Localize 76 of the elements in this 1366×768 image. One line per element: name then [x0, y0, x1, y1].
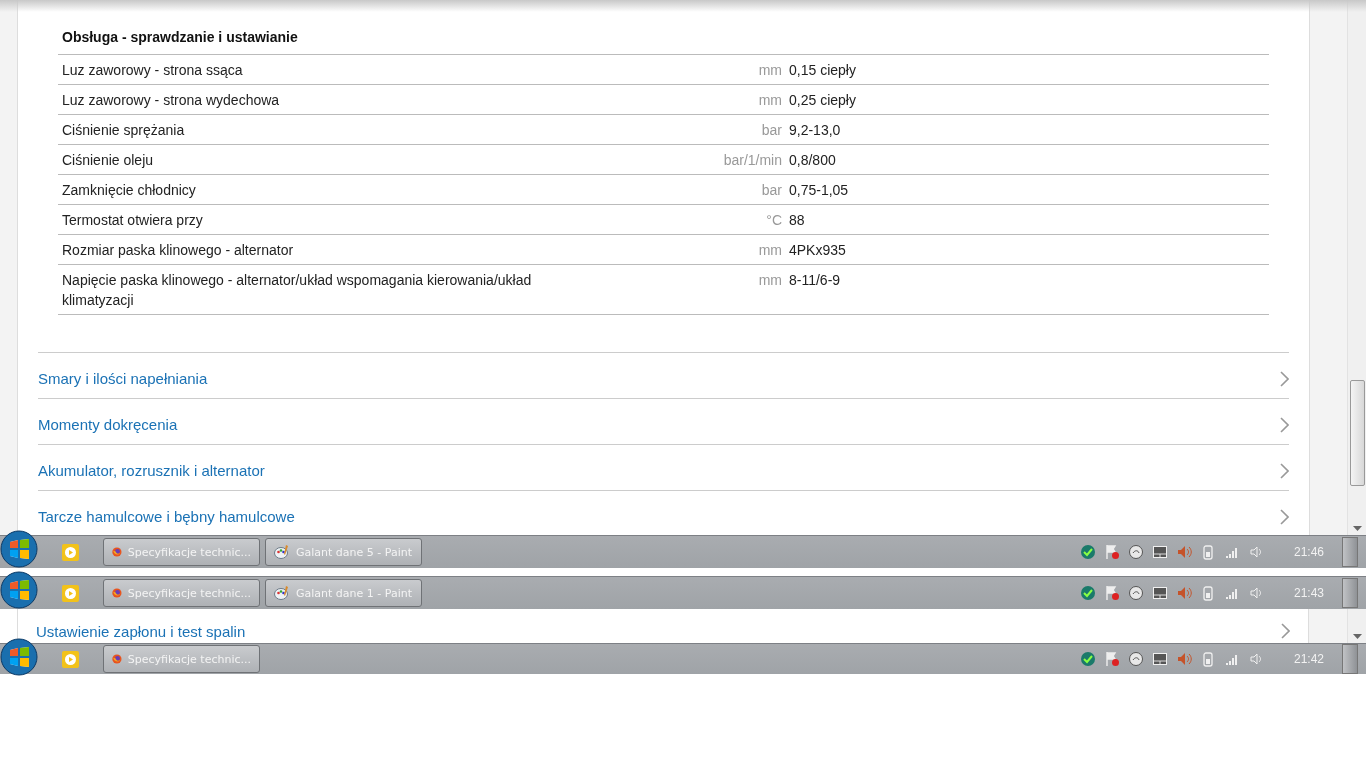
- chevron-right-icon: [1279, 370, 1289, 387]
- spec-label: Luz zaworowy - strona wydechowa: [62, 91, 281, 110]
- spec-unit: bar: [760, 121, 783, 140]
- speaker-icon[interactable]: [1247, 585, 1264, 601]
- scroll-down-icon[interactable]: [1352, 526, 1362, 532]
- spec-unit: mm: [757, 271, 783, 290]
- flag-error-icon[interactable]: [1103, 651, 1120, 667]
- palette-icon: [274, 544, 290, 560]
- speaker-icon[interactable]: [1175, 544, 1192, 560]
- section-link[interactable]: Akumulator, rozrusznik i alternator: [38, 462, 265, 479]
- globe-check-icon[interactable]: [1079, 651, 1096, 667]
- scrollbar-thumb[interactable]: [1349, 380, 1365, 486]
- clock-time[interactable]: 21:46: [1293, 545, 1324, 559]
- spec-value: 0,25 ciepły: [789, 91, 857, 110]
- taskbar-button[interactable]: Specyfikacje technic...: [103, 579, 260, 607]
- start-orb-icon[interactable]: [0, 638, 38, 676]
- touchpad-icon[interactable]: [1151, 651, 1168, 667]
- spec-unit: mm: [757, 241, 783, 260]
- section-title: Obsługa - sprawdzanie i ustawianie: [58, 27, 1269, 55]
- touchpad-icon[interactable]: [1151, 544, 1168, 560]
- spec-value: 9,2-13,0: [789, 121, 842, 140]
- show-desktop-button[interactable]: [1342, 578, 1358, 608]
- speaker-icon[interactable]: [1175, 585, 1192, 601]
- spec-value: 4PKx935: [789, 241, 847, 260]
- media-player-icon[interactable]: [62, 650, 79, 668]
- globe-check-icon[interactable]: [1079, 585, 1096, 601]
- globe-fox-icon: [112, 651, 122, 667]
- chevron-right-icon: [1280, 623, 1290, 639]
- spec-label: Ciśnienie oleju: [62, 151, 155, 170]
- show-desktop-button[interactable]: [1342, 537, 1358, 567]
- start-orb-icon[interactable]: [0, 530, 38, 568]
- scrollbar[interactable]: [1347, 0, 1366, 535]
- start-orb-icon[interactable]: [0, 571, 38, 609]
- spec-label: Termostat otwiera przy: [62, 211, 204, 230]
- spec-unit: °C: [765, 211, 783, 230]
- taskbar-button[interactable]: Specyfikacje technic...: [103, 538, 260, 566]
- spec-label: Ciśnienie sprężania: [62, 121, 186, 140]
- spec-label: Napięcie paska klinowego - alternator/układ wspomagania kierowania/układ klimatyzacji: [62, 271, 533, 310]
- page-margin: [1309, 609, 1347, 643]
- spec-value: 0,15 ciepły: [789, 61, 857, 80]
- palette-icon: [274, 585, 290, 601]
- show-desktop-button[interactable]: [1342, 644, 1358, 674]
- spec-unit: bar: [760, 181, 783, 200]
- spec-value: 0,8/800: [789, 151, 837, 170]
- scrollbar[interactable]: [1347, 609, 1366, 643]
- spec-label: Zamknięcie chłodnicy: [62, 181, 197, 200]
- taskbar-button[interactable]: Specyfikacje technic...: [103, 645, 260, 673]
- clock-time[interactable]: 21:43: [1293, 586, 1324, 600]
- globe-fox-icon: [112, 544, 122, 560]
- flag-error-icon[interactable]: [1103, 585, 1120, 601]
- section-link[interactable]: Tarcze hamulcowe i bębny hamulcowe: [38, 508, 295, 525]
- clock-time[interactable]: 21:42: [1293, 652, 1324, 666]
- spec-unit: mm: [757, 91, 783, 110]
- globe-fox-icon: [112, 585, 122, 601]
- scroll-down-icon[interactable]: [1352, 634, 1362, 640]
- spec-value: 8-11/6-9: [789, 271, 842, 290]
- section-link[interactable]: Momenty dokręcenia: [38, 416, 178, 433]
- chevron-right-icon: [1279, 416, 1289, 433]
- touchpad-icon[interactable]: [1151, 585, 1168, 601]
- chevron-right-icon: [1279, 508, 1289, 525]
- chevron-right-icon: [1279, 462, 1289, 479]
- section-link[interactable]: Smary i ilości napełniania: [38, 370, 208, 387]
- spec-value: 0,75-1,05: [789, 181, 850, 200]
- speaker-icon[interactable]: [1175, 651, 1192, 667]
- section-link[interactable]: Ustawienie zapłonu i test spalin: [36, 623, 246, 643]
- spec-unit: mm: [757, 61, 783, 80]
- spec-value: 88: [789, 211, 806, 230]
- flag-error-icon[interactable]: [1103, 544, 1120, 560]
- speaker-icon[interactable]: [1247, 544, 1264, 560]
- globe-check-icon[interactable]: [1079, 544, 1096, 560]
- spec-label: Luz zaworowy - strona ssąca: [62, 61, 244, 80]
- media-player-icon[interactable]: [62, 543, 79, 561]
- media-player-icon[interactable]: [62, 584, 79, 602]
- spec-unit: bar/1/min: [722, 151, 783, 170]
- spec-label: Rozmiar paska klinowego - alternator: [62, 241, 295, 260]
- speaker-icon[interactable]: [1247, 651, 1264, 667]
